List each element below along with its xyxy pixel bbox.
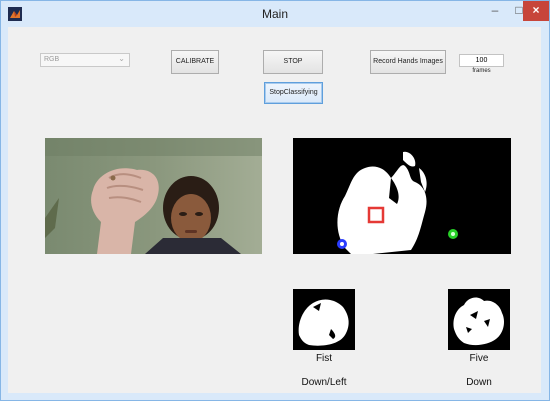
left-direction-label: Down/Left xyxy=(301,377,347,388)
stop-classifying-button[interactable]: StopClassifying xyxy=(264,82,323,104)
window-border-left xyxy=(1,27,8,400)
color-mode-value: RGB xyxy=(44,56,60,63)
close-button[interactable]: × xyxy=(523,1,549,21)
camera-frame-image xyxy=(45,138,262,254)
stop-button[interactable]: STOP xyxy=(263,50,323,74)
window-title: Main xyxy=(261,7,288,21)
fist-mask-image xyxy=(293,289,355,350)
record-hands-images-button[interactable]: Record Hands Images xyxy=(370,50,446,74)
chevron-down-icon: ⌄ xyxy=(118,54,125,63)
left-gesture-thumbnail xyxy=(293,289,355,350)
right-direction-label: Down xyxy=(466,377,492,388)
main-window: Main – □ × RGB ⌄ CALIBRATE STOP StopClas… xyxy=(0,0,550,401)
camera-feed xyxy=(45,138,262,254)
left-gesture-label: Fist xyxy=(315,353,333,364)
calibrate-button[interactable]: CALIBRATE xyxy=(171,50,219,74)
minimize-button[interactable]: – xyxy=(483,1,507,21)
title-bar: Main – □ × xyxy=(1,1,549,27)
right-gesture-thumbnail xyxy=(448,289,510,350)
window-border-right xyxy=(541,27,549,400)
color-mode-dropdown[interactable]: RGB ⌄ xyxy=(40,53,130,67)
binary-mask-image xyxy=(293,138,511,254)
frames-label: frames xyxy=(472,68,491,74)
frames-count-input[interactable]: 100 xyxy=(459,54,504,67)
window-border-bottom xyxy=(1,393,549,400)
right-gesture-label: Five xyxy=(469,353,489,364)
five-mask-image xyxy=(448,289,510,350)
segmentation-mask xyxy=(293,138,511,254)
